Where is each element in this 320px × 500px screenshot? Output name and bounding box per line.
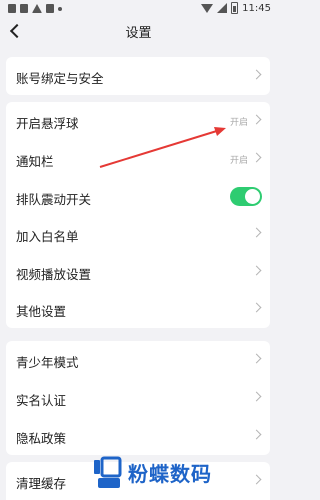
annotation-arrow — [99, 127, 226, 168]
watermark-logo-icon — [94, 456, 122, 488]
watermark-text: 粉蝶数码 — [128, 462, 212, 486]
watermark: 粉蝶数码 — [88, 452, 278, 494]
